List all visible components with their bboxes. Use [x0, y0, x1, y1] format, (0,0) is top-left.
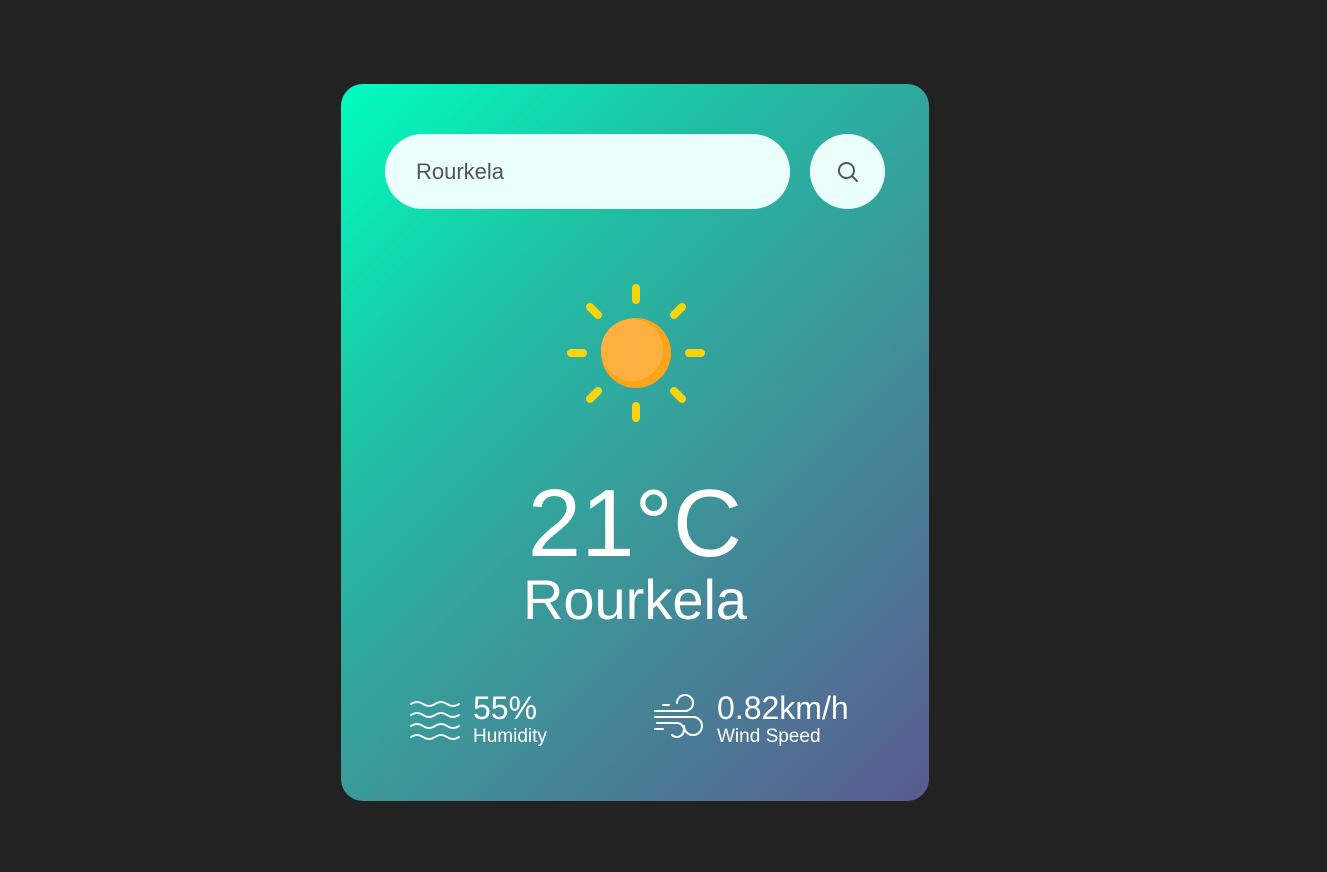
- search-icon: [837, 161, 858, 182]
- sun-icon: [567, 284, 705, 422]
- humidity-label: Humidity: [473, 726, 547, 747]
- humidity-value: 55%: [473, 690, 538, 726]
- wind-icon: [654, 694, 703, 738]
- city-name: Rourkela: [522, 568, 748, 631]
- humidity-detail: 55% Humidity: [409, 690, 547, 748]
- wind-detail: 0.82km/h Wind Speed: [653, 690, 849, 748]
- wind-speed-label: Wind Speed: [717, 726, 821, 747]
- search-button[interactable]: [810, 134, 885, 209]
- wind-speed-value: 0.82km/h: [717, 690, 849, 726]
- humidity-icon: [410, 701, 460, 740]
- weather-card: 21°C Rourkela 55% Humidity: [341, 84, 929, 801]
- search-input[interactable]: [385, 134, 790, 209]
- temperature: 21°C: [527, 470, 743, 577]
